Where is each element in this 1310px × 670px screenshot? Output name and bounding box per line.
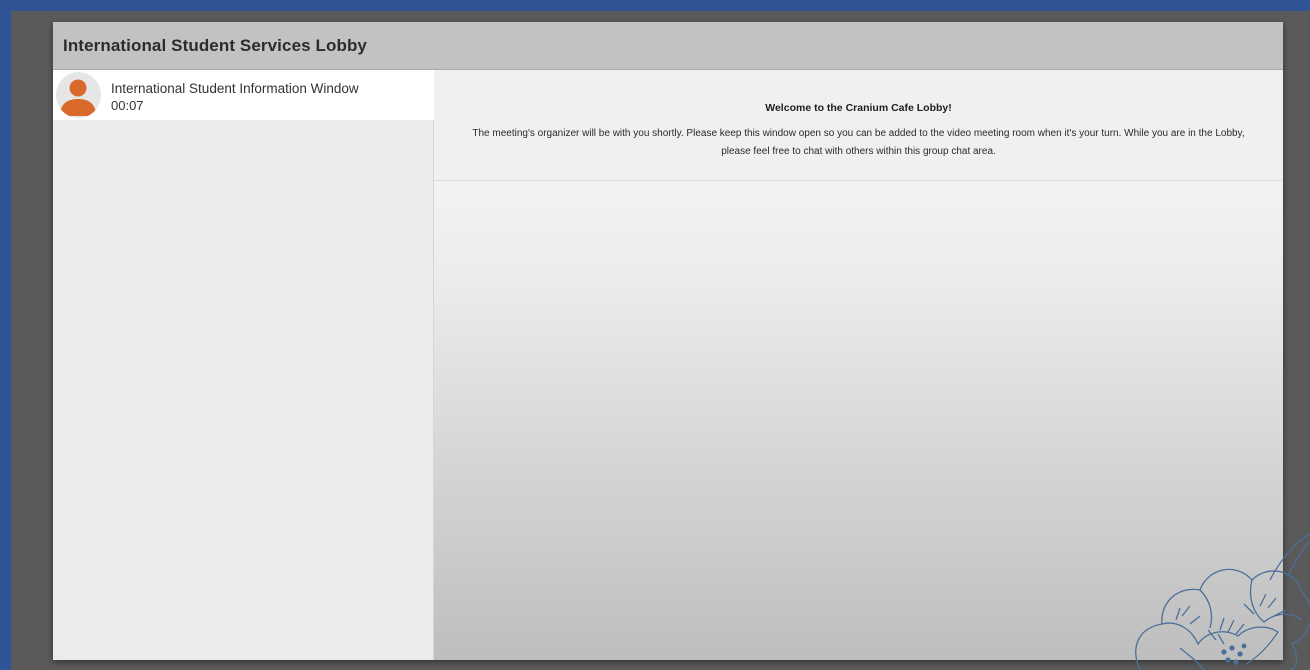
user-avatar-icon bbox=[56, 72, 101, 118]
welcome-panel: Welcome to the Cranium Cafe Lobby! The m… bbox=[434, 70, 1283, 181]
window-title: International Student Services Lobby bbox=[63, 36, 367, 55]
lobby-window: International Student Services Lobby Int… bbox=[53, 22, 1283, 660]
flower-decoration-icon bbox=[1135, 533, 1310, 670]
participant-name: International Student Information Window bbox=[111, 81, 359, 96]
welcome-message: The meeting's organizer will be with you… bbox=[472, 128, 1245, 157]
participant-item[interactable]: International Student Information Window… bbox=[53, 70, 434, 120]
welcome-heading: Welcome to the Cranium Cafe Lobby! bbox=[765, 102, 952, 114]
participant-sidebar: International Student Information Window… bbox=[53, 70, 434, 660]
window-titlebar: International Student Services Lobby bbox=[53, 22, 1283, 70]
participant-wait-time: 00:07 bbox=[111, 98, 144, 113]
